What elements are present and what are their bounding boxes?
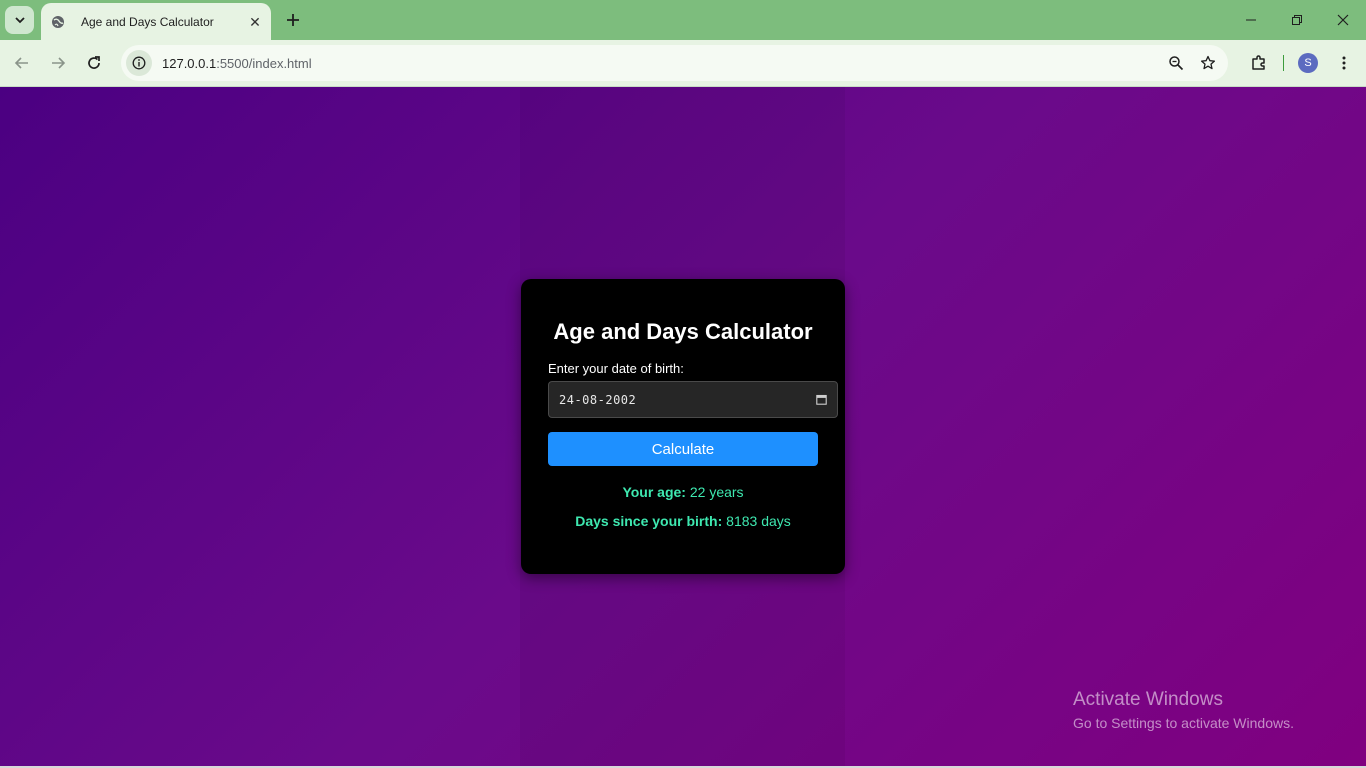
reload-icon — [88, 56, 100, 69]
tab-strip: Age and Days Calculator ✕ — [0, 0, 1366, 40]
url-text[interactable]: 127.0.0.1:5500/index.html — [162, 56, 1160, 71]
minimize-icon — [1246, 19, 1256, 21]
watermark-subtitle: Go to Settings to activate Windows. — [1073, 715, 1294, 731]
toolbar-divider — [1283, 55, 1284, 71]
minimize-button[interactable] — [1228, 0, 1274, 40]
days-value: 8183 days — [726, 513, 791, 529]
activate-windows-watermark: Activate Windows Go to Settings to activ… — [1073, 689, 1294, 731]
dob-date-input[interactable]: 24-08-2002 — [548, 381, 838, 418]
restore-button[interactable] — [1274, 0, 1320, 40]
tab-search-button[interactable] — [5, 6, 34, 34]
zoom-button[interactable] — [1160, 47, 1192, 79]
browser-tab[interactable]: Age and Days Calculator ✕ — [41, 3, 271, 40]
arrow-left-icon — [14, 57, 28, 69]
zoom-icon — [1169, 56, 1184, 71]
days-result: Days since your birth: 8183 days — [548, 513, 818, 529]
menu-button[interactable] — [1326, 45, 1362, 81]
chevron-down-icon — [14, 17, 25, 24]
more-vertical-icon — [1342, 56, 1346, 70]
page-title: Age and Days Calculator — [553, 319, 813, 344]
close-window-button[interactable] — [1320, 0, 1366, 40]
watermark-title: Activate Windows — [1073, 689, 1223, 710]
close-icon — [1337, 14, 1349, 26]
window-controls — [1228, 0, 1366, 40]
info-icon — [132, 56, 146, 70]
close-tab-icon[interactable]: ✕ — [247, 14, 263, 30]
age-result: Your age: 22 years — [548, 484, 818, 500]
globe-icon — [50, 14, 66, 30]
dob-value: 24-08-2002 — [559, 392, 637, 407]
bookmark-button[interactable] — [1192, 47, 1224, 79]
page-viewport: Age and Days Calculator Enter your date … — [0, 87, 1366, 768]
calendar-icon[interactable] — [815, 394, 827, 406]
reload-button[interactable] — [81, 50, 107, 76]
star-icon — [1200, 55, 1216, 70]
dob-label: Enter your date of birth: — [548, 361, 684, 376]
restore-icon — [1292, 15, 1302, 25]
tab-title: Age and Days Calculator — [81, 14, 214, 29]
back-button[interactable] — [9, 50, 35, 76]
profile-button[interactable]: S — [1290, 45, 1326, 81]
calculator-card: Age and Days Calculator Enter your date … — [521, 279, 845, 574]
age-value: 22 years — [689, 484, 744, 500]
arrow-right-icon — [52, 57, 66, 69]
extensions-button[interactable] — [1241, 45, 1277, 81]
site-info-button[interactable] — [126, 50, 152, 76]
plus-icon — [287, 14, 299, 26]
new-tab-button[interactable] — [281, 8, 305, 32]
forward-button[interactable] — [45, 50, 71, 76]
age-label: Your age: — [622, 484, 686, 500]
url-path: :5500/index.html — [216, 55, 312, 71]
browser-toolbar: 127.0.0.1:5500/index.html S — [0, 40, 1366, 87]
avatar: S — [1298, 53, 1318, 73]
toolbar-actions: S — [1241, 45, 1366, 81]
puzzle-icon — [1252, 55, 1265, 70]
url-host: 127.0.0.1 — [162, 55, 217, 71]
days-label: Days since your birth: — [575, 513, 723, 529]
address-bar[interactable]: 127.0.0.1:5500/index.html — [121, 45, 1228, 81]
calculate-button[interactable]: Calculate — [548, 432, 818, 466]
